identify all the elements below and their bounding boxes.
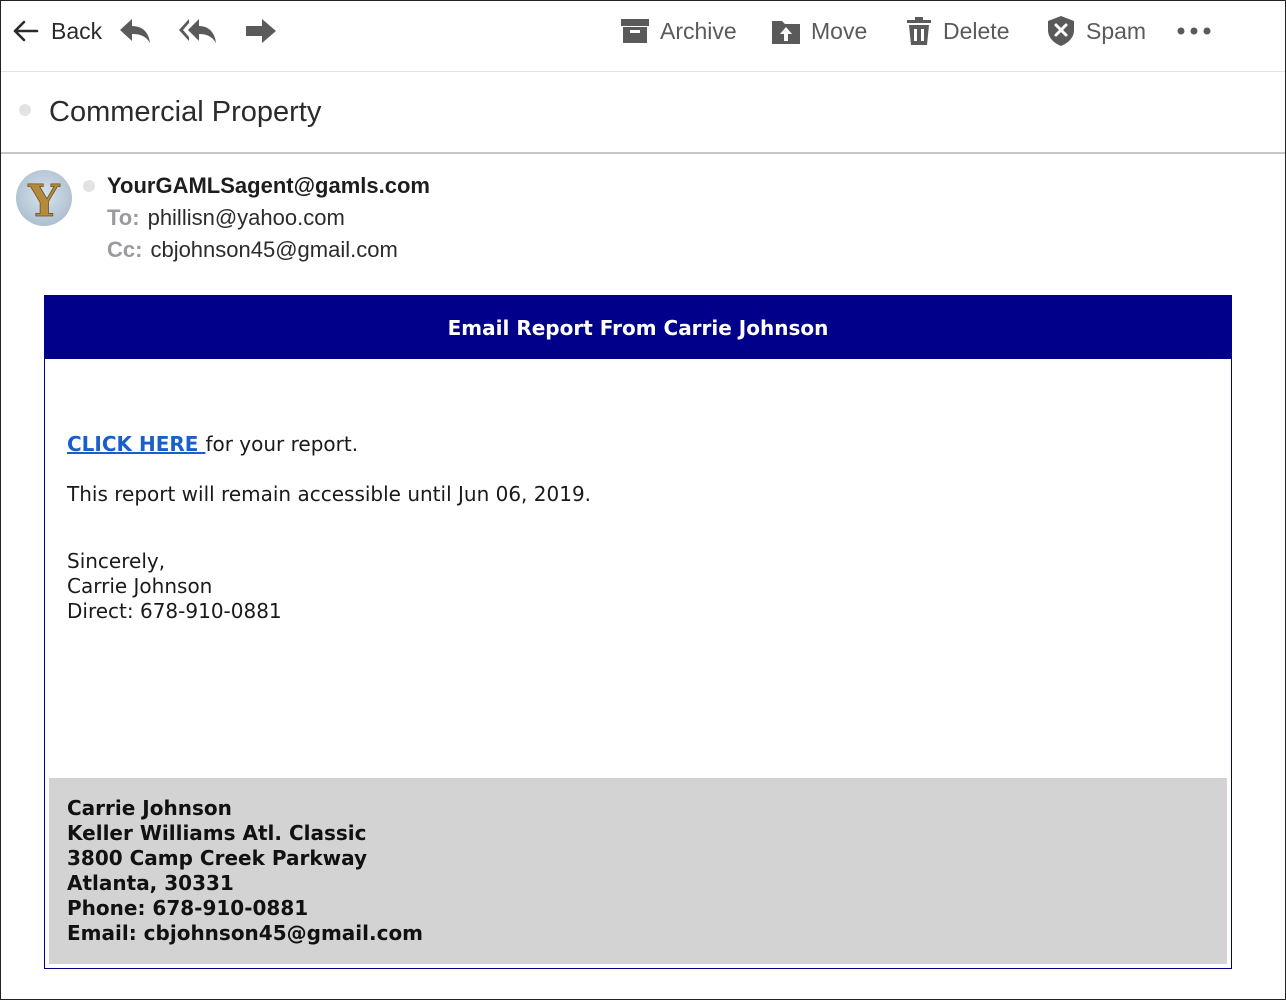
avatar-letter: Y (27, 176, 60, 226)
to-label: To: (107, 205, 140, 230)
report-link-line: CLICK HERE for your report. (67, 432, 358, 456)
footer-phone: Phone: 678-910-0881 (67, 896, 309, 920)
to-line: To: phillisn@yahoo.com (107, 205, 345, 231)
forward-button[interactable] (244, 13, 278, 49)
footer-address: 3800 Camp Creek Parkway (67, 846, 368, 870)
message-body: Email Report From Carrie Johnson CLICK H… (44, 295, 1232, 969)
message-banner: Email Report From Carrie Johnson (45, 296, 1231, 359)
shield-x-icon (1046, 15, 1076, 47)
cc-label: Cc: (107, 237, 143, 262)
to-address[interactable]: phillisn@yahoo.com (148, 205, 345, 230)
delete-label: Delete (943, 17, 1010, 44)
move-icon (771, 17, 801, 45)
direct-phone: Direct: 678-910-0881 (67, 599, 282, 623)
email-window: Back Archive Move Delete Spam Commercial… (0, 0, 1286, 1000)
click-here-link[interactable]: CLICK HERE (67, 432, 205, 456)
spam-button[interactable]: Spam (1046, 13, 1146, 49)
more-button[interactable] (1176, 13, 1212, 49)
signature-name: Carrie Johnson (67, 574, 213, 598)
unread-dot-icon[interactable] (19, 104, 31, 116)
back-label: Back (51, 17, 103, 44)
footer-name: Carrie Johnson (67, 796, 232, 820)
avatar: Y (16, 170, 72, 226)
read-status-icon[interactable] (83, 180, 95, 192)
move-label: Move (811, 17, 868, 44)
subject-bar: Commercial Property (1, 72, 1285, 154)
reply-icon (118, 16, 152, 46)
contact-footer: Carrie Johnson Keller Williams Atl. Clas… (49, 778, 1227, 964)
footer-city: Atlanta, 30331 (67, 871, 234, 895)
trash-icon (905, 16, 933, 46)
archive-icon (620, 17, 650, 45)
report-link-suffix: for your report. (205, 432, 359, 456)
toolbar: Back Archive Move Delete Spam (1, 1, 1285, 72)
accessible-until-text: This report will remain accessible until… (67, 482, 592, 506)
archive-label: Archive (660, 17, 737, 44)
move-button[interactable]: Move (771, 13, 867, 49)
reply-button[interactable] (118, 13, 152, 49)
email-subject: Commercial Property (49, 96, 322, 128)
more-icon (1176, 26, 1212, 36)
back-button[interactable]: Back (13, 13, 102, 49)
forward-icon (244, 16, 278, 46)
closing-text: Sincerely, (67, 549, 166, 573)
delete-button[interactable]: Delete (905, 13, 1009, 49)
cc-address[interactable]: cbjohnson45@gmail.com (150, 237, 397, 262)
reply-all-button[interactable] (178, 13, 218, 49)
spam-label: Spam (1086, 17, 1147, 44)
archive-button[interactable]: Archive (620, 13, 737, 49)
sender-address[interactable]: YourGAMLSagent@gamls.com (107, 173, 430, 199)
reply-all-icon (178, 16, 218, 46)
footer-email: Email: cbjohnson45@gmail.com (67, 921, 424, 945)
arrow-left-icon (13, 20, 39, 42)
footer-company: Keller Williams Atl. Classic (67, 821, 367, 845)
cc-line: Cc: cbjohnson45@gmail.com (107, 237, 398, 263)
signature: Sincerely, Carrie Johnson Direct: 678-91… (67, 549, 282, 624)
